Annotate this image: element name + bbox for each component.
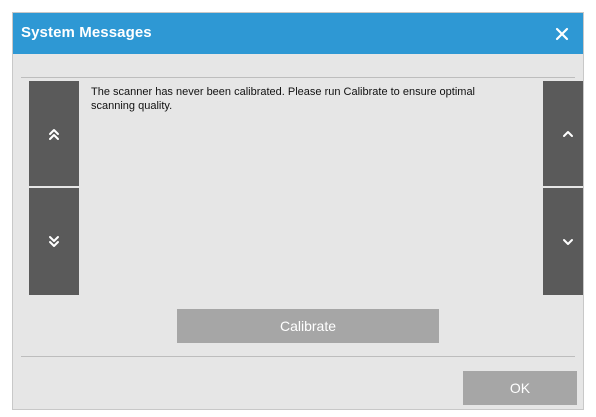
- ok-label: OK: [509, 380, 531, 396]
- double-chevron-up-icon: [49, 128, 59, 140]
- close-button[interactable]: [541, 13, 583, 54]
- double-chevron-down-icon: [49, 235, 59, 247]
- line-up-button[interactable]: [543, 81, 583, 186]
- close-icon: [555, 27, 569, 40]
- top-divider: [21, 77, 575, 78]
- system-messages-dialog: System Messages The scanner has never be…: [12, 12, 584, 410]
- message-area: The scanner has never been calibrated. P…: [79, 81, 541, 295]
- line-down-button[interactable]: [543, 188, 583, 295]
- page-up-button[interactable]: [29, 81, 79, 186]
- calibrate-label: Calibrate: [279, 318, 337, 334]
- bottom-divider: [21, 356, 575, 357]
- message-text: The scanner has never been calibrated. P…: [91, 86, 476, 112]
- chevron-up-icon: [563, 130, 573, 137]
- ok-button[interactable]: OK: [463, 371, 577, 405]
- chevron-down-icon: [563, 238, 573, 245]
- calibrate-button[interactable]: Calibrate: [177, 309, 439, 343]
- page-down-button[interactable]: [29, 188, 79, 295]
- dialog-title: System Messages: [21, 24, 152, 41]
- title-bar: System Messages: [13, 13, 583, 54]
